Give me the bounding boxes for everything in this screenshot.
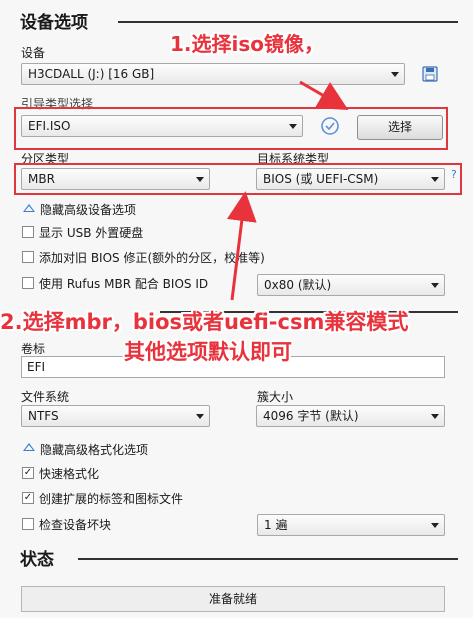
annotation-note-2-line-2: 其他选项默认即可 — [124, 340, 292, 364]
annotation-note-2-line-1: 2.选择mbr，bios或者uefi-csm兼容模式 — [0, 310, 409, 334]
rufus-window: 设备选项 设备 H3CDALL (J:) [16 GB] 引导类型选择 EFI.… — [0, 0, 473, 618]
